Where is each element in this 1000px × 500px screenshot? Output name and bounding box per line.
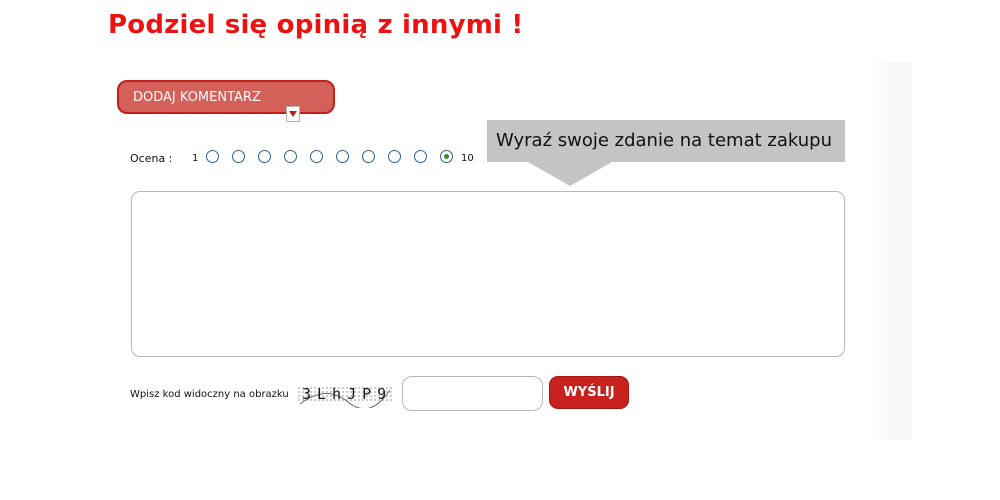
rating-radio-8[interactable]	[388, 150, 401, 163]
rating-radio-10[interactable]	[440, 150, 453, 163]
tooltip-arrow	[528, 162, 612, 186]
add-comment-button[interactable]: DODAJ KOMENTARZ	[117, 80, 335, 114]
rating-min-label: 1	[192, 153, 199, 164]
captcha-input[interactable]	[402, 376, 543, 411]
comment-textarea[interactable]	[131, 191, 845, 357]
rating-radio-4[interactable]	[284, 150, 297, 163]
rating-radio-7[interactable]	[362, 150, 375, 163]
comment-hint-tooltip: Wyraź swoje zdanie na temat zakupu	[487, 120, 845, 162]
captcha-label: Wpisz kod widoczny na obrazku	[130, 389, 289, 400]
page: Podziel się opinią z innymi ! DODAJ KOME…	[0, 0, 1000, 500]
rating-max-label: 10	[461, 153, 474, 164]
page-title: Podziel się opinią z innymi !	[108, 10, 524, 40]
rating-label: Ocena :	[130, 152, 173, 165]
rating-radio-6[interactable]	[336, 150, 349, 163]
rating-radio-1[interactable]	[206, 150, 219, 163]
chevron-down-glyph	[289, 111, 297, 117]
captcha-text: 3LhJP9	[302, 385, 392, 403]
rating-radio-9[interactable]	[414, 150, 427, 163]
send-button[interactable]: WYŚLIJ	[549, 376, 629, 409]
rating-radio-3[interactable]	[258, 150, 271, 163]
decorative-fade	[872, 62, 912, 440]
captcha-image: 3LhJP9	[296, 380, 394, 408]
rating-radio-2[interactable]	[232, 150, 245, 163]
chevron-down-icon[interactable]	[286, 106, 300, 122]
rating-radio-5[interactable]	[310, 150, 323, 163]
